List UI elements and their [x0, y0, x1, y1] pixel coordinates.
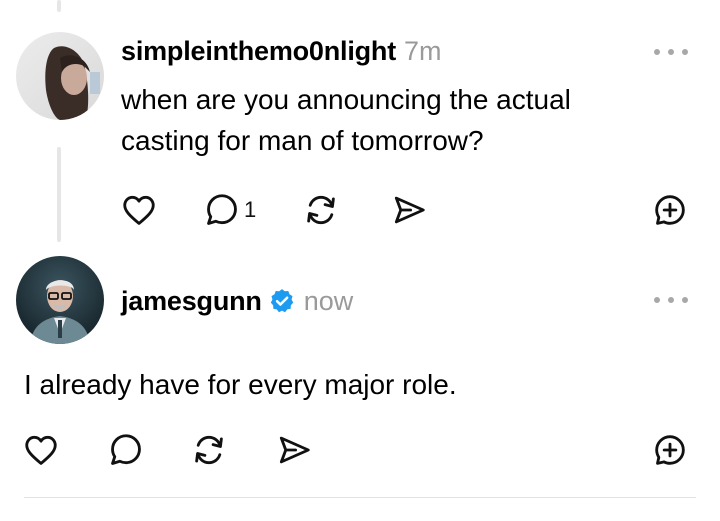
- add-icon: [655, 195, 685, 225]
- verified-badge-icon: [268, 287, 296, 315]
- share-button[interactable]: [390, 190, 428, 230]
- heart-icon: [25, 435, 57, 465]
- post-text: when are you announcing the actual casti…: [121, 84, 571, 156]
- repost-button[interactable]: [190, 430, 228, 470]
- post-divider: [24, 497, 696, 498]
- comment-icon: [111, 434, 141, 465]
- thread-connector: [57, 147, 61, 242]
- add-icon: [655, 435, 685, 465]
- post-header: simpleinthemo0nlight 7m: [121, 33, 442, 69]
- timestamp: now: [303, 285, 354, 316]
- avatar[interactable]: [16, 256, 104, 344]
- thread-connector-top: [57, 0, 61, 12]
- send-icon: [279, 436, 310, 464]
- more-horizontal-icon[interactable]: [654, 45, 688, 59]
- heart-icon: [123, 195, 155, 225]
- username[interactable]: simpleinthemo0nlight: [121, 36, 396, 67]
- reply-button[interactable]: 1: [203, 190, 256, 230]
- like-button[interactable]: [22, 430, 60, 470]
- avatar[interactable]: [16, 32, 104, 120]
- comment-icon: [207, 194, 237, 225]
- avatar-image: [16, 256, 104, 344]
- username[interactable]: jamesgunn: [121, 286, 262, 317]
- more-horizontal-icon[interactable]: [654, 293, 688, 307]
- repost-button[interactable]: [302, 190, 340, 230]
- repost-icon: [195, 435, 223, 465]
- thread-view: simpleinthemo0nlight 7m when are you ann…: [0, 0, 720, 521]
- reply-button[interactable]: [107, 430, 145, 470]
- post-header: jamesgunn now: [121, 283, 353, 319]
- add-button[interactable]: [650, 430, 690, 470]
- post-text: I already have for every major role.: [24, 369, 457, 400]
- send-icon: [394, 196, 425, 224]
- reply-count: 1: [244, 197, 257, 222]
- add-button[interactable]: [650, 190, 690, 230]
- share-button[interactable]: [275, 430, 313, 470]
- like-button[interactable]: [120, 190, 158, 230]
- repost-icon: [307, 195, 335, 225]
- timestamp: 7m: [404, 35, 442, 66]
- avatar-image: [16, 32, 104, 120]
